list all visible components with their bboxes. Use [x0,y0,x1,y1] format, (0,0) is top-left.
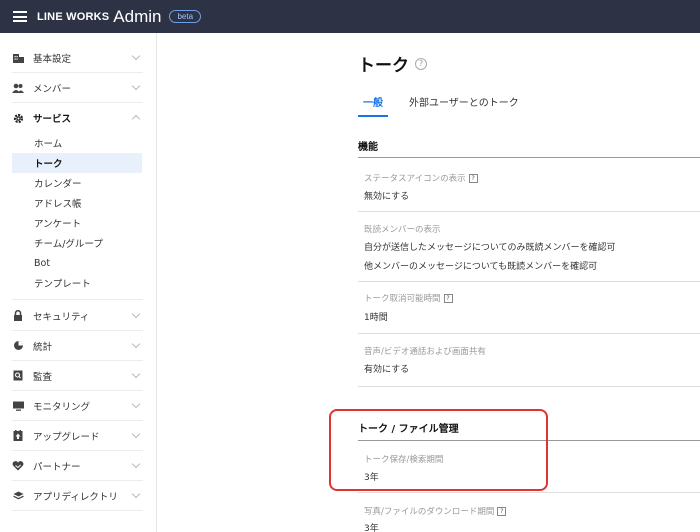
sidebar-item-upgrade[interactable]: アップグレード [12,421,143,451]
sidebar-item-members[interactable]: メンバー [12,73,143,103]
upgrade-icon [12,430,24,442]
chevron-down-icon [131,369,141,379]
sidebar-item-services[interactable]: サービス [12,103,143,133]
setting-label-text: 既読メンバーの表示 [364,225,441,235]
section-divider [358,157,700,158]
menu-icon[interactable] [13,11,27,22]
divider [12,299,143,300]
chevron-down-icon [131,309,141,319]
building-icon [12,52,24,64]
sidebar-sub-talk[interactable]: トーク [12,153,142,173]
layers-icon [12,490,24,502]
setting-value-download-period: 3年 [364,524,379,532]
monitor-icon [12,400,24,412]
sidebar-sub-bot[interactable]: Bot [12,253,142,273]
sidebar-item-label: サービス [33,114,72,125]
members-icon [12,82,24,94]
sidebar-sub-home[interactable]: ホーム [12,133,142,153]
sidebar-item-statistics[interactable]: 統計 [12,331,143,361]
active-tab-indicator [358,115,388,117]
setting-label-status-icon: ステータスアイコンの表示 ? [364,172,478,184]
setting-value-status-icon: 無効にする [364,192,410,202]
chevron-down-icon [131,429,141,439]
sidebar-sub-team-group[interactable]: チーム/グループ [12,233,142,253]
sidebar-sub-template[interactable]: テンプレート [12,273,142,293]
sidebar-item-label: セキュリティ [33,311,90,323]
chevron-down-icon [131,81,141,91]
gear-icon [12,112,24,124]
beta-badge: beta [169,10,202,23]
sidebar-item-label: 監査 [33,371,53,383]
highlight-annotation [329,409,548,491]
chevron-down-icon [131,459,141,469]
chevron-down-icon [131,339,141,349]
help-icon[interactable]: ? [468,173,478,183]
handshake-icon [12,460,24,472]
page-title-text: トーク [358,56,409,76]
sidebar-item-monitoring[interactable]: モニタリング [12,391,143,421]
page-title: トーク ? [358,51,427,76]
setting-divider [358,492,700,493]
chevron-up-icon [131,114,141,124]
pie-chart-icon [12,340,24,352]
setting-value-read-members-2: 他メンバーのメッセージについても既読メンバーを確認可 [364,262,598,272]
sidebar-item-app-directory[interactable]: アプリディレクトリ [12,481,143,511]
sidebar-item-label: モニタリング [33,401,91,413]
setting-label-download-period: 写真/ファイルのダウンロード期間 ? [364,505,507,517]
sidebar-item-label: アプリディレクトリ [33,491,118,503]
setting-divider [358,333,700,334]
help-icon[interactable]: ? [415,57,427,70]
brand-admin-label: Admin [113,6,162,26]
sidebar-item-label: アップグレード [33,431,100,443]
sidebar: 基本設定 メンバー サービス ホーム トーク カレンダー アドレス帳 アンケート… [0,33,157,532]
setting-label-text: 写真/ファイルのダウンロード期間 [364,507,495,517]
setting-label-text: 音声/ビデオ通話および画面共有 [364,347,486,357]
chevron-down-icon [131,489,141,499]
tab-external-users[interactable]: 外部ユーザーとのトーク [409,94,519,109]
setting-label-recall-time: トーク取消可能時間 ? [364,292,453,304]
sidebar-sub-survey[interactable]: アンケート [12,213,142,233]
sidebar-item-label: メンバー [33,83,72,95]
setting-label-text: トーク取消可能時間 [364,294,441,304]
setting-divider [358,211,700,212]
setting-divider [358,281,700,282]
main-content: トーク ? 一般 外部ユーザーとのトーク 機能 ステータスアイコンの表示 ? 無… [158,33,700,532]
help-icon[interactable]: ? [443,293,453,303]
sidebar-item-label: パートナー [33,461,81,473]
setting-value-voice-video: 有効にする [364,365,410,375]
setting-value-read-members-1: 自分が送信したメッセージについてのみ既読メンバーを確認可 [364,243,616,253]
setting-label-voice-video: 音声/ビデオ通話および画面共有 [364,345,486,357]
setting-divider [358,386,700,387]
sidebar-item-security[interactable]: セキュリティ [12,301,143,331]
top-bar: LINE WORKS Admin beta [0,0,700,33]
brand-logo: LINE WORKS [37,10,110,23]
sidebar-item-basic-settings[interactable]: 基本設定 [12,43,143,73]
chevron-down-icon [131,51,141,61]
tab-general[interactable]: 一般 [363,94,383,109]
setting-label-text: ステータスアイコンの表示 [364,174,466,184]
sidebar-item-partner[interactable]: パートナー [12,451,143,481]
sidebar-item-audit[interactable]: 監査 [12,361,143,391]
sidebar-sub-address-book[interactable]: アドレス帳 [12,193,142,213]
chevron-down-icon [131,399,141,409]
setting-value-recall-time: 1時間 [364,313,388,323]
help-icon[interactable]: ? [497,506,507,516]
section-heading-features: 機能 [358,142,378,153]
lock-icon [12,310,24,322]
sidebar-item-label: 統計 [33,341,53,353]
search-document-icon [12,370,24,382]
sidebar-sub-calendar[interactable]: カレンダー [12,173,142,193]
sidebar-item-label: 基本設定 [33,53,72,65]
setting-label-read-members: 既読メンバーの表示 [364,223,441,235]
